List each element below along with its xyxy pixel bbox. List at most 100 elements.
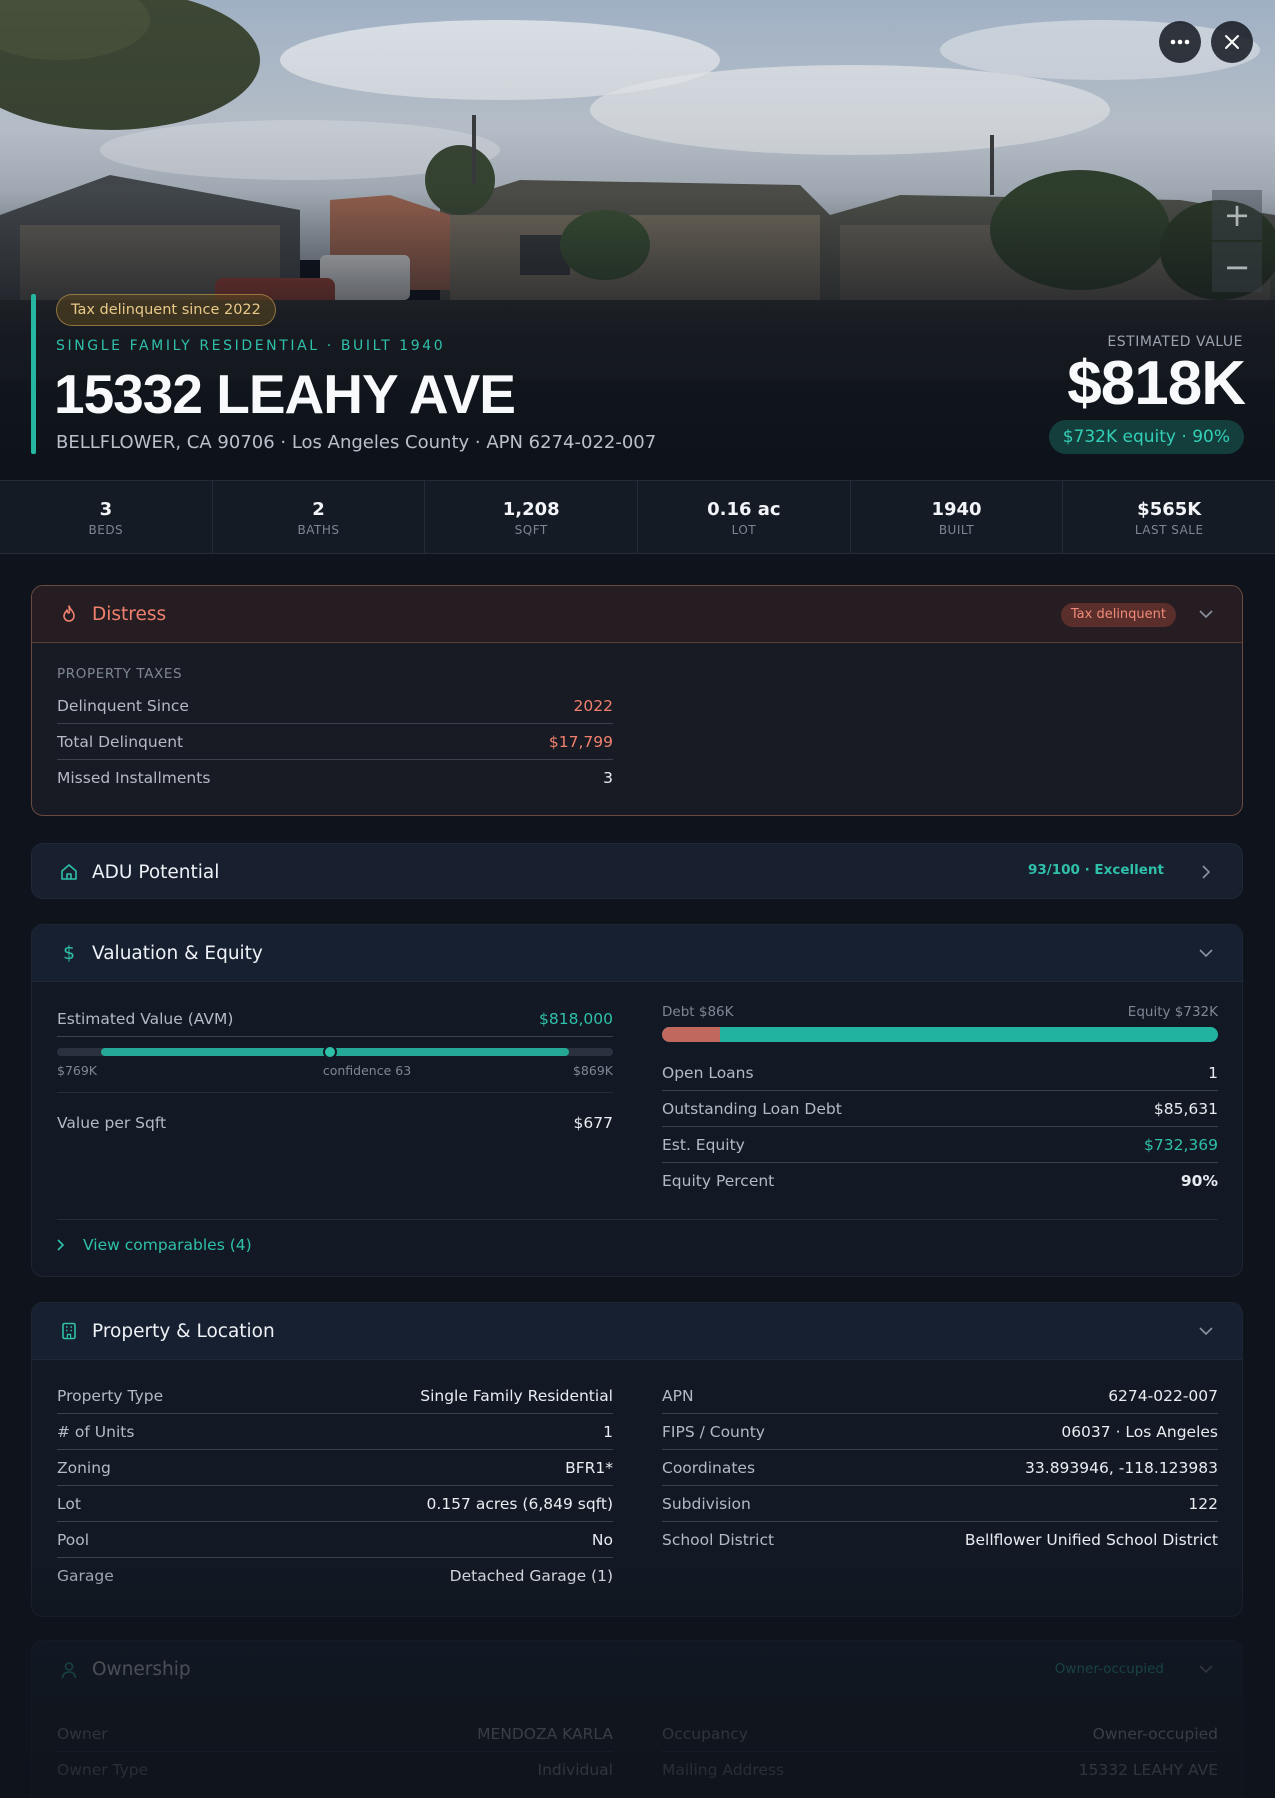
kv-value: Single Family Residential bbox=[420, 1386, 613, 1405]
stat-label: LAST SALE bbox=[1134, 523, 1204, 537]
kv-key: Mailing Address bbox=[662, 1761, 785, 1779]
kv-value: 90% bbox=[1180, 1172, 1218, 1190]
distress-header[interactable]: Distress Tax delinquent bbox=[32, 586, 1242, 643]
stat-beds: 3 BEDS bbox=[0, 481, 213, 553]
kv-key: Open Loans bbox=[662, 1063, 754, 1082]
plus-icon: + bbox=[1223, 196, 1251, 234]
stat-built: 1940 BUILT bbox=[851, 481, 1064, 553]
kv-value: $677 bbox=[573, 1114, 613, 1132]
valuation-equity-section: $ Valuation & Equity Estimated Value (AV… bbox=[31, 924, 1243, 1277]
ownership-header[interactable]: Ownership Owner-occupied bbox=[32, 1641, 1242, 1698]
valuation-header[interactable]: $ Valuation & Equity bbox=[32, 925, 1242, 982]
property-taxes-label: PROPERTY TAXES bbox=[57, 666, 183, 682]
kv-row: Est. Equity $732,369 bbox=[662, 1127, 1218, 1163]
kv-key: Coordinates bbox=[662, 1458, 756, 1477]
per-sqft-row: Value per Sqft $677 bbox=[57, 1105, 613, 1141]
avm-range-track bbox=[57, 1045, 613, 1059]
kv-value: Owner-occupied bbox=[1092, 1724, 1218, 1743]
kv-row: Garage Detached Garage (1) bbox=[57, 1558, 613, 1594]
tax-delinquent-badge: Tax delinquent since 2022 bbox=[56, 294, 276, 326]
kv-key: Value per Sqft bbox=[57, 1114, 167, 1132]
kv-key: Garage bbox=[57, 1567, 114, 1585]
kv-key: Property Type bbox=[57, 1386, 164, 1405]
kv-row: Coordinates 33.893946, -118.123983 bbox=[662, 1450, 1218, 1486]
stat-value: 3 bbox=[99, 499, 113, 520]
flame-icon bbox=[58, 603, 80, 625]
chevron-down-icon[interactable] bbox=[1196, 943, 1216, 963]
view-comparables-label: View comparables (4) bbox=[83, 1236, 252, 1254]
tax-delinquent-tag: Tax delinquent bbox=[1060, 603, 1176, 627]
kv-key: Est. Equity bbox=[662, 1135, 745, 1154]
stat-label: BATHS bbox=[297, 523, 340, 537]
kv-value: Bellflower Unified School District bbox=[964, 1531, 1218, 1549]
chevron-down-icon[interactable] bbox=[1196, 1659, 1216, 1679]
kv-value: Detached Garage (1) bbox=[449, 1567, 613, 1585]
chevron-right-icon bbox=[57, 1239, 65, 1251]
estimated-value: $818K bbox=[1067, 349, 1246, 418]
close-icon bbox=[1225, 35, 1239, 49]
stat-label: BEDS bbox=[88, 523, 124, 537]
kv-key: Equity Percent bbox=[662, 1172, 775, 1190]
view-comparables-link[interactable]: View comparables (4) bbox=[57, 1236, 252, 1254]
kv-key: Total Delinquent bbox=[57, 732, 184, 751]
kv-row: # of Units 1 bbox=[57, 1414, 613, 1450]
kv-value: 1 bbox=[1208, 1063, 1218, 1082]
kv-row: Occupancy Owner-occupied bbox=[662, 1716, 1218, 1752]
accent-bar bbox=[31, 294, 36, 454]
close-button[interactable] bbox=[1211, 21, 1253, 63]
debt-label: Debt $86K bbox=[662, 1004, 734, 1020]
kv-value: 6274-022-007 bbox=[1108, 1386, 1218, 1405]
kv-value: 1 bbox=[603, 1422, 613, 1441]
chevron-down-icon[interactable] bbox=[1196, 604, 1216, 624]
kv-row: Open Loans 1 bbox=[662, 1055, 1218, 1091]
kv-key: Owner Type bbox=[57, 1761, 149, 1779]
adu-header[interactable]: ADU Potential 93/100 · Excellent bbox=[32, 844, 1242, 898]
kv-row: Mailing Address 15332 LEAHY AVE bbox=[662, 1752, 1218, 1788]
range-high-label: $869K bbox=[572, 1063, 613, 1078]
kv-row: FIPS / County 06037 · Los Angeles bbox=[662, 1414, 1218, 1450]
stat-last-sale: $565K LAST SALE bbox=[1063, 481, 1275, 553]
kv-key: # of Units bbox=[57, 1422, 135, 1441]
chevron-down-icon[interactable] bbox=[1196, 1321, 1216, 1341]
kv-row: Owner Type Individual bbox=[57, 1752, 613, 1788]
zoom-in-button[interactable]: + bbox=[1212, 190, 1262, 240]
ownership-title: Ownership bbox=[92, 1659, 191, 1680]
chevron-right-icon[interactable] bbox=[1196, 862, 1216, 882]
kv-row: APN 6274-022-007 bbox=[662, 1378, 1218, 1414]
user-icon bbox=[58, 1659, 80, 1681]
kv-key: Missed Installments bbox=[57, 769, 211, 787]
property-subtype: SINGLE FAMILY RESIDENTIAL · BUILT 1940 bbox=[56, 338, 446, 354]
kv-row: School District Bellflower Unified School… bbox=[662, 1522, 1218, 1558]
kv-value: 0.157 acres (6,849 sqft) bbox=[426, 1494, 613, 1513]
kv-row: Property Type Single Family Residential bbox=[57, 1378, 613, 1414]
stat-value: 1940 bbox=[931, 499, 982, 520]
kv-value: Individual bbox=[537, 1761, 614, 1779]
more-options-button[interactable] bbox=[1159, 21, 1201, 63]
distress-title: Distress bbox=[92, 603, 167, 625]
stat-value: $565K bbox=[1137, 499, 1202, 520]
avm-estimate-marker bbox=[323, 1045, 338, 1059]
kv-key: Outstanding Loan Debt bbox=[662, 1099, 842, 1118]
kv-value: No bbox=[591, 1530, 613, 1549]
kv-key: Pool bbox=[57, 1530, 90, 1549]
stat-lot: 0.16 ac LOT bbox=[638, 481, 851, 553]
kv-value: 33.893946, -118.123983 bbox=[1025, 1458, 1218, 1477]
stat-sqft: 1,208 SQFT bbox=[425, 481, 639, 553]
key-stats-bar: 3 BEDS 2 BATHS 1,208 SQFT 0.16 ac LOT 1940 BU… bbox=[0, 480, 1275, 554]
property-header[interactable]: Property & Location bbox=[32, 1303, 1242, 1360]
kv-row: Equity Percent 90% bbox=[662, 1163, 1218, 1199]
adu-title: ADU Potential bbox=[92, 861, 220, 883]
distress-section: Distress Tax delinquent PROPERTY TAXES D… bbox=[31, 585, 1243, 816]
owner-occupied-tag: Owner-occupied bbox=[1054, 1661, 1164, 1677]
kv-row: Total Delinquent $17,799 bbox=[57, 724, 613, 760]
kv-row: Delinquent Since 2022 bbox=[57, 688, 613, 724]
adu-potential-section[interactable]: ADU Potential 93/100 · Excellent bbox=[31, 843, 1243, 899]
kv-value: 122 bbox=[1188, 1494, 1218, 1513]
debt-portion bbox=[662, 1027, 720, 1042]
kv-value: MENDOZA KARLA bbox=[477, 1724, 613, 1743]
property-location-section: Property & Location Property Type Single … bbox=[31, 1302, 1243, 1617]
home-icon bbox=[58, 861, 80, 883]
kv-value: $17,799 bbox=[548, 732, 613, 751]
stat-label: LOT bbox=[731, 523, 757, 537]
zoom-out-button[interactable]: − bbox=[1212, 242, 1262, 292]
